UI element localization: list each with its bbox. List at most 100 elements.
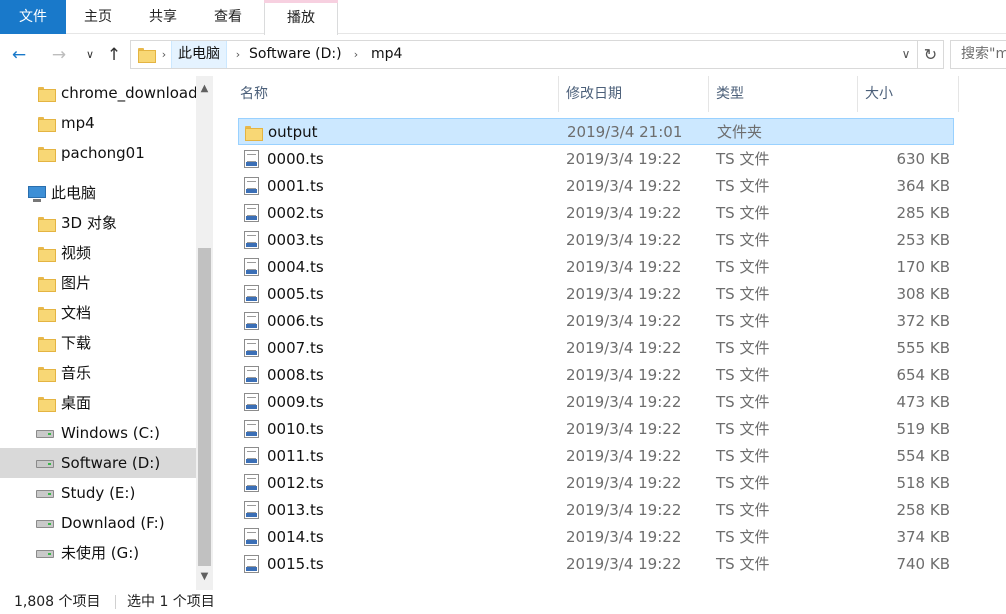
column-header-date[interactable]: 修改日期 [566, 76, 622, 112]
scroll-up-icon[interactable]: ▲ [196, 80, 213, 97]
ts-file-icon [244, 177, 259, 195]
tab-share[interactable]: 共享 [130, 0, 196, 34]
up-arrow-icon[interactable]: ↑ [102, 43, 126, 67]
breadcrumb-software-d[interactable]: Software (D:) [249, 41, 342, 68]
nav-item-drive-c[interactable]: Windows (C:) [0, 418, 196, 448]
search-input[interactable]: 搜索"mp4" [950, 40, 1006, 69]
column-divider[interactable] [558, 76, 559, 112]
nav-item-drive-e[interactable]: Study (E:) [0, 478, 196, 508]
file-row[interactable]: 0005.ts 2019/3/4 19:22 TS 文件 308 KB [238, 281, 954, 308]
breadcrumb-this-pc[interactable]: 此电脑 [171, 41, 227, 68]
breadcrumb-mp4[interactable]: mp4 [371, 41, 402, 68]
forward-arrow-icon[interactable]: → [47, 43, 71, 67]
selected-count: 选中 1 个项目 [127, 594, 215, 610]
column-header-size[interactable]: 大小 [865, 76, 893, 112]
ts-file-icon [244, 204, 259, 222]
ts-file-icon [244, 339, 259, 357]
file-row[interactable]: output 2019/3/4 21:01 文件夹 [238, 118, 954, 145]
scroll-down-icon[interactable]: ▼ [196, 568, 213, 585]
ts-file-icon [244, 150, 259, 168]
folder-icon [38, 147, 56, 162]
chevron-right-icon[interactable]: › [349, 41, 363, 68]
tab-home[interactable]: 主页 [66, 0, 130, 34]
file-row[interactable]: 0011.ts 2019/3/4 19:22 TS 文件 554 KB [238, 443, 954, 470]
ts-file-icon [244, 366, 259, 384]
folder-icon [38, 87, 56, 102]
nav-scrollbar[interactable]: ▲ ▼ [196, 76, 213, 590]
column-header-type[interactable]: 类型 [716, 76, 744, 112]
file-row[interactable]: 0003.ts 2019/3/4 19:22 TS 文件 253 KB [238, 227, 954, 254]
back-arrow-icon[interactable]: ← [7, 43, 31, 67]
column-divider[interactable] [958, 76, 959, 112]
nav-item-music[interactable]: 音乐 [0, 358, 196, 388]
nav-item-pictures[interactable]: 图片 [0, 268, 196, 298]
nav-item-videos[interactable]: 视频 [0, 238, 196, 268]
nav-item-documents[interactable]: 文档 [0, 298, 196, 328]
tab-file[interactable]: 文件 [0, 0, 66, 34]
ts-file-icon [244, 393, 259, 411]
file-row[interactable]: 0002.ts 2019/3/4 19:22 TS 文件 285 KB [238, 200, 954, 227]
recent-locations-chevron-icon[interactable]: ∨ [78, 43, 102, 67]
computer-icon [28, 186, 46, 202]
ts-file-icon [244, 285, 259, 303]
file-row[interactable]: 0008.ts 2019/3/4 19:22 TS 文件 654 KB [238, 362, 954, 389]
navigation-pane: chrome_download mp4 pachong01 此电脑 3D 对象 … [0, 76, 214, 590]
videos-folder-icon [38, 247, 56, 262]
pictures-folder-icon [38, 277, 56, 292]
nav-item-pachong01[interactable]: pachong01 [0, 138, 196, 168]
nav-item-desktop[interactable]: 桌面 [0, 388, 196, 418]
nav-item-chrome-download[interactable]: chrome_download [0, 78, 196, 108]
drive-icon [36, 430, 54, 438]
documents-folder-icon [38, 307, 56, 322]
column-divider[interactable] [857, 76, 858, 112]
nav-item-drive-f[interactable]: Downlaod (F:) [0, 508, 196, 538]
status-divider [115, 595, 116, 609]
ts-file-icon [244, 474, 259, 492]
tab-play[interactable]: 播放 [264, 0, 338, 35]
ts-file-icon [244, 447, 259, 465]
address-dropdown-chevron-icon[interactable]: ∨ [899, 41, 913, 68]
desktop-folder-icon [38, 397, 56, 412]
column-header-name[interactable]: 名称 [240, 76, 268, 112]
ribbon: 文件 主页 共享 查看 播放 [0, 0, 1006, 35]
drive-icon [36, 520, 54, 528]
ts-file-icon [244, 312, 259, 330]
address-bar[interactable]: › 此电脑 › Software (D:) › mp4 ∨ [130, 40, 918, 69]
nav-item-drive-g[interactable]: 未使用 (G:) [0, 538, 196, 568]
status-bar: 1,808 个项目 选中 1 个项目 [0, 590, 1006, 614]
nav-item-3d-objects[interactable]: 3D 对象 [0, 208, 196, 238]
file-row[interactable]: 0010.ts 2019/3/4 19:22 TS 文件 519 KB [238, 416, 954, 443]
sort-ascending-icon: ^ [390, 76, 399, 83]
3d-objects-folder-icon [38, 217, 56, 232]
chevron-right-icon[interactable]: › [157, 41, 171, 68]
file-row[interactable]: 0000.ts 2019/3/4 19:22 TS 文件 630 KB [238, 146, 954, 173]
file-row[interactable]: 0009.ts 2019/3/4 19:22 TS 文件 473 KB [238, 389, 954, 416]
file-row[interactable]: 0006.ts 2019/3/4 19:22 TS 文件 372 KB [238, 308, 954, 335]
file-row[interactable]: 0007.ts 2019/3/4 19:22 TS 文件 555 KB [238, 335, 954, 362]
file-row[interactable]: 0001.ts 2019/3/4 19:22 TS 文件 364 KB [238, 173, 954, 200]
folder-icon [38, 117, 56, 132]
folder-icon [245, 126, 263, 141]
nav-scrollbar-thumb[interactable] [198, 248, 211, 566]
refresh-icon[interactable]: ↻ [918, 40, 944, 69]
tab-view[interactable]: 查看 [196, 0, 260, 34]
file-row[interactable]: 0013.ts 2019/3/4 19:22 TS 文件 258 KB [238, 497, 954, 524]
column-divider[interactable] [708, 76, 709, 112]
nav-item-mp4[interactable]: mp4 [0, 108, 196, 138]
ts-file-icon [244, 420, 259, 438]
nav-item-this-pc[interactable]: 此电脑 [0, 178, 196, 208]
chevron-right-icon[interactable]: › [231, 41, 245, 68]
drive-icon [36, 460, 54, 468]
downloads-folder-icon [38, 337, 56, 352]
file-row[interactable]: 0004.ts 2019/3/4 19:22 TS 文件 170 KB [238, 254, 954, 281]
file-row[interactable]: 0012.ts 2019/3/4 19:22 TS 文件 518 KB [238, 470, 954, 497]
ts-file-icon [244, 528, 259, 546]
folder-icon [138, 48, 156, 63]
nav-item-downloads[interactable]: 下载 [0, 328, 196, 358]
file-row[interactable]: 0014.ts 2019/3/4 19:22 TS 文件 374 KB [238, 524, 954, 551]
nav-item-drive-d[interactable]: Software (D:) [0, 448, 196, 478]
ts-file-icon [244, 258, 259, 276]
drive-icon [36, 550, 54, 558]
file-row[interactable]: 0015.ts 2019/3/4 19:22 TS 文件 740 KB [238, 551, 954, 578]
item-count: 1,808 个项目 [14, 594, 101, 610]
